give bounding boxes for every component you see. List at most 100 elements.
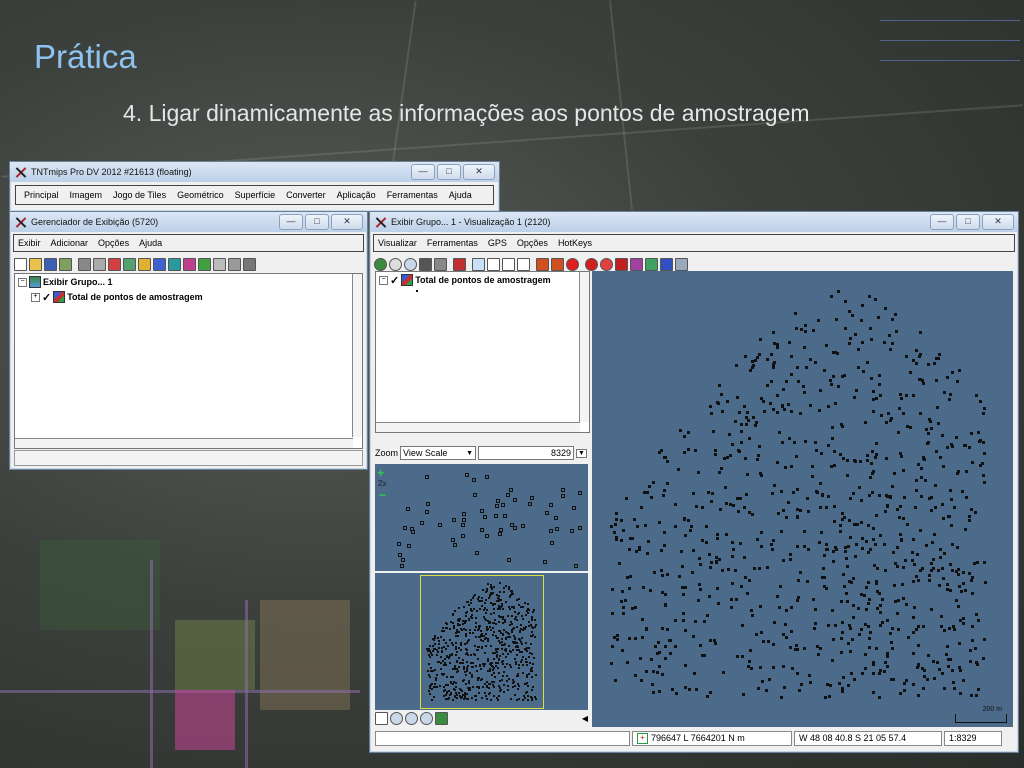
sample-point	[795, 671, 799, 675]
zoom-box-icon[interactable]	[405, 712, 418, 725]
menu-hotkeys[interactable]: HotKeys	[558, 238, 592, 248]
zoom-inset-panel[interactable]: + 2x −	[375, 464, 588, 571]
list-view-icon[interactable]	[375, 712, 388, 725]
window-icon[interactable]	[660, 257, 673, 271]
binoculars-icon[interactable]	[419, 257, 432, 271]
collapse-icon[interactable]: −	[379, 275, 388, 285]
view-window-titlebar[interactable]: Exibir Grupo... 1 - Visualização 1 (2120…	[370, 212, 1018, 232]
tree-group-row[interactable]: − Exibir Grupo... 1	[18, 275, 359, 289]
color-layer-icon[interactable]	[153, 257, 166, 271]
main-window-titlebar[interactable]: TNTmips Pro DV 2012 #21613 (floating) — …	[10, 162, 499, 182]
menu-ferramentas[interactable]: Ferramentas	[387, 190, 438, 200]
collapse-icon[interactable]: −	[18, 277, 27, 287]
menu-principal[interactable]: Principal	[24, 190, 59, 200]
menu-opcoes[interactable]: Opções	[98, 238, 129, 248]
save-icon[interactable]	[44, 257, 57, 271]
menu-ajuda[interactable]: Ajuda	[449, 190, 472, 200]
menu-jogo-de-tiles[interactable]: Jogo de Tiles	[113, 190, 166, 200]
new-icon[interactable]	[14, 257, 27, 271]
redraw-icon[interactable]	[374, 257, 387, 271]
menu-gps[interactable]: GPS	[488, 238, 507, 248]
list-icon[interactable]	[243, 257, 256, 271]
sample-point	[790, 409, 794, 413]
raster-icon[interactable]	[78, 257, 91, 271]
expand-icon[interactable]: +	[31, 292, 40, 302]
legend-horizontal-scrollbar[interactable]	[376, 422, 580, 432]
minimize-button[interactable]: —	[930, 214, 954, 230]
open-icon[interactable]	[29, 257, 42, 271]
visibility-check-icon[interactable]: ✓	[42, 291, 51, 304]
sample-point	[495, 662, 498, 665]
zoom-out-icon[interactable]: −	[379, 488, 386, 502]
next-view-icon[interactable]	[551, 257, 564, 271]
menu-opcoes[interactable]: Opções	[517, 238, 548, 248]
menu-superficie[interactable]: Superfície	[235, 190, 276, 200]
tree-vertical-scrollbar[interactable]	[352, 274, 362, 437]
pointer-icon[interactable]	[615, 257, 628, 271]
menu-geometrico[interactable]: Geométrico	[177, 190, 224, 200]
menu-adicionar[interactable]: Adicionar	[51, 238, 89, 248]
stop-icon[interactable]	[566, 257, 579, 271]
magnify-icon[interactable]	[420, 712, 433, 725]
maximize-button[interactable]: □	[956, 214, 980, 230]
menu-aplicacao[interactable]: Aplicação	[337, 190, 376, 200]
print-icon[interactable]	[59, 257, 72, 271]
legend-layer-row[interactable]: − ✓ Total de pontos de amostragem	[379, 273, 586, 287]
main-map-canvas[interactable]: 200 m	[592, 271, 1013, 727]
sample-point	[772, 484, 776, 488]
zoom-full-icon[interactable]	[389, 257, 402, 271]
layout-icon[interactable]	[645, 257, 658, 271]
sparkle-icon[interactable]	[675, 257, 688, 271]
locator-panel[interactable]	[375, 573, 588, 710]
collapse-arrow-icon[interactable]: ◀	[582, 714, 588, 723]
folder-icon[interactable]	[138, 257, 151, 271]
tree-layer-row[interactable]: + ✓ Total de pontos de amostragem	[31, 290, 359, 304]
menu-converter[interactable]: Converter	[286, 190, 326, 200]
close-button[interactable]: ✕	[331, 214, 363, 230]
locate-icon[interactable]	[600, 257, 613, 271]
menu-imagem[interactable]: Imagem	[70, 190, 103, 200]
sample-point	[746, 473, 750, 477]
add-layer-icon[interactable]	[108, 257, 121, 271]
tin-icon[interactable]	[123, 257, 136, 271]
sample-point	[653, 644, 657, 648]
terrain-icon[interactable]	[93, 257, 106, 271]
query-icon[interactable]	[517, 257, 530, 271]
table-icon[interactable]	[228, 257, 241, 271]
edit-icon[interactable]	[630, 257, 643, 271]
camera-icon[interactable]	[434, 257, 447, 271]
mosaic-icon[interactable]	[168, 257, 181, 271]
menu-visualizar[interactable]: Visualizar	[378, 238, 417, 248]
menu-ajuda[interactable]: Ajuda	[139, 238, 162, 248]
zoom-icon[interactable]	[390, 712, 403, 725]
shape-icon[interactable]	[198, 257, 211, 271]
legend-vertical-scrollbar[interactable]	[579, 272, 589, 422]
sketch-icon[interactable]	[502, 257, 515, 271]
visibility-check-icon[interactable]: ✓	[390, 274, 399, 287]
grid-icon[interactable]	[183, 257, 196, 271]
select-icon[interactable]	[472, 257, 485, 271]
zoom-mode-select[interactable]: View Scale ▼	[400, 446, 477, 460]
gps-icon[interactable]	[585, 257, 598, 271]
zoom-area-icon[interactable]	[404, 257, 417, 271]
minimize-button[interactable]: —	[411, 164, 435, 180]
menu-ferramentas[interactable]: Ferramentas	[427, 238, 478, 248]
maximize-button[interactable]: □	[437, 164, 461, 180]
crosshair-icon[interactable]: +	[637, 732, 648, 744]
close-button[interactable]: ✕	[463, 164, 495, 180]
locator-map-icon[interactable]	[435, 712, 448, 725]
tree-horizontal-scrollbar[interactable]	[15, 438, 353, 448]
maximize-button[interactable]: □	[305, 214, 329, 230]
zoom-value-field[interactable]: 8329	[478, 446, 575, 460]
minimize-button[interactable]: —	[279, 214, 303, 230]
sample-point	[897, 430, 901, 434]
display-manager-titlebar[interactable]: Gerenciador de Exibição (5720) — □ ✕	[10, 212, 367, 232]
move-icon[interactable]	[453, 257, 466, 271]
zoom-value-dropdown-icon[interactable]: ▼	[576, 448, 587, 458]
menu-exibir[interactable]: Exibir	[18, 238, 41, 248]
close-button[interactable]: ✕	[982, 214, 1014, 230]
zoom-in-icon[interactable]: +	[377, 466, 384, 480]
measure-icon[interactable]	[487, 257, 500, 271]
previous-view-icon[interactable]	[536, 257, 549, 271]
database-icon[interactable]	[213, 257, 226, 271]
